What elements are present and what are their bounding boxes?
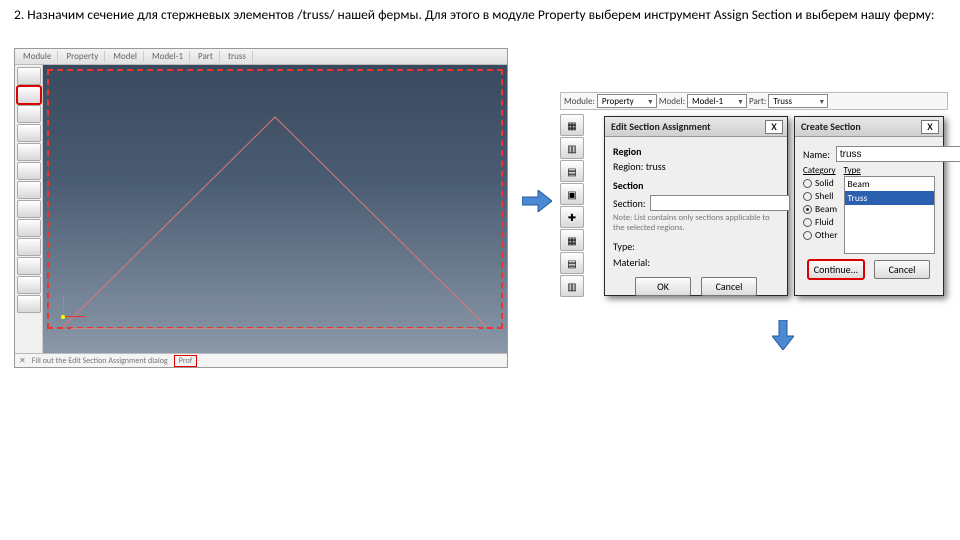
ctx-module-val: Property (60, 51, 105, 62)
radio-other[interactable]: Other (803, 229, 838, 241)
category-column: Category Solid Shell Beam Fluid Other (803, 165, 838, 254)
section-combo[interactable] (650, 195, 790, 211)
ctx-part-val: truss (222, 51, 253, 62)
tool-icon[interactable] (17, 105, 41, 123)
tool-icon[interactable]: ▣ (560, 183, 584, 205)
material-label: Material: (613, 256, 650, 269)
tool-icon[interactable] (17, 162, 41, 180)
arrow-right-icon (522, 190, 552, 212)
tool-icon[interactable]: ▤ (560, 160, 584, 182)
module-label: Module: (564, 96, 595, 107)
instruction-text: 2. Назначим сечение для стержневых элеме… (0, 0, 960, 26)
status-message: Fill out the Edit Section Assignment dia… (32, 356, 168, 366)
edit-section-assignment-dialog: Edit Section Assignment X Region Region:… (604, 116, 788, 296)
section-group-label: Section (613, 179, 779, 192)
type-header: Type (844, 165, 935, 176)
region-group-label: Region (613, 145, 779, 158)
model-select[interactable]: Model-1 (687, 94, 747, 108)
ctx-model: Model (107, 51, 144, 62)
type-option-truss[interactable]: Truss (845, 191, 934, 205)
status-bar: ✕ Fill out the Edit Section Assignment d… (15, 353, 507, 367)
tool-icon[interactable] (17, 238, 41, 256)
close-icon[interactable]: X (921, 120, 939, 134)
radio-solid[interactable]: Solid (803, 177, 838, 189)
context-bar: Module: Property Model: Model-1 Part: Tr… (560, 92, 948, 110)
viewport-context-toolbar: Module Property Model Model-1 Part truss (15, 49, 507, 65)
type-option-beam[interactable]: Beam (845, 177, 934, 191)
abaqus-viewport: Module Property Model Model-1 Part truss (14, 48, 508, 368)
toolbox-icons: ▦ ▥ ▤ ▣ ✚ ▦ ▤ ▥ (560, 114, 586, 297)
radio-shell[interactable]: Shell (803, 190, 838, 202)
ok-button[interactable]: OK (635, 277, 691, 296)
tool-icon[interactable] (17, 143, 41, 161)
ctx-model-val: Model-1 (146, 51, 190, 62)
tool-icon[interactable]: ▥ (560, 137, 584, 159)
tool-icon[interactable] (17, 257, 41, 275)
continue-button[interactable]: Continue... (808, 260, 864, 279)
type-label: Type: (613, 240, 635, 253)
property-toolbox (15, 65, 43, 353)
dialog-title: Edit Section Assignment (611, 120, 711, 133)
ctx-module: Module (17, 51, 58, 62)
tool-icon[interactable]: ▤ (560, 252, 584, 274)
tool-icon[interactable] (17, 295, 41, 313)
tool-icon[interactable]: ▥ (560, 275, 584, 297)
section-label: Section: (613, 197, 646, 210)
tool-icon[interactable]: ▦ (560, 114, 584, 136)
model-label: Model: (659, 96, 685, 107)
part-select[interactable]: Truss (768, 94, 828, 108)
triad-icon (61, 293, 87, 319)
truss-geometry (43, 109, 507, 329)
tool-icon[interactable] (17, 200, 41, 218)
dialog-title: Create Section (801, 120, 861, 133)
radio-beam[interactable]: Beam (803, 203, 838, 215)
cancel-button[interactable]: Cancel (874, 260, 930, 279)
part-label: Part: (749, 96, 766, 107)
tool-icon[interactable] (17, 124, 41, 142)
ctx-part: Part (192, 51, 220, 62)
cancel-button[interactable]: Cancel (701, 277, 757, 296)
tool-icon[interactable] (17, 276, 41, 294)
create-section-dialog: Create Section X Name: Category Solid Sh… (794, 116, 944, 296)
model-canvas[interactable] (43, 65, 507, 353)
radio-fluid[interactable]: Fluid (803, 216, 838, 228)
dialogs-area: Module: Property Model: Model-1 Part: Tr… (560, 92, 948, 302)
region-value: Region: truss (613, 160, 779, 173)
tool-icon[interactable]: ▦ (560, 229, 584, 251)
type-listbox[interactable]: Beam Truss (844, 176, 935, 254)
tool-icon[interactable]: ✚ (560, 206, 584, 228)
arrow-down-icon (772, 320, 794, 350)
close-icon[interactable]: X (765, 120, 783, 134)
assign-section-icon[interactable] (17, 86, 41, 104)
status-hot: Prof (174, 355, 197, 367)
module-select[interactable]: Property (597, 94, 657, 108)
category-header: Category (803, 165, 838, 176)
section-note: Note: List contains only sections applic… (613, 214, 779, 234)
create-section-icon[interactable] (17, 67, 41, 85)
tool-icon[interactable] (17, 219, 41, 237)
name-label: Name: (803, 148, 830, 161)
tool-icon[interactable] (17, 181, 41, 199)
name-field[interactable] (836, 146, 960, 162)
